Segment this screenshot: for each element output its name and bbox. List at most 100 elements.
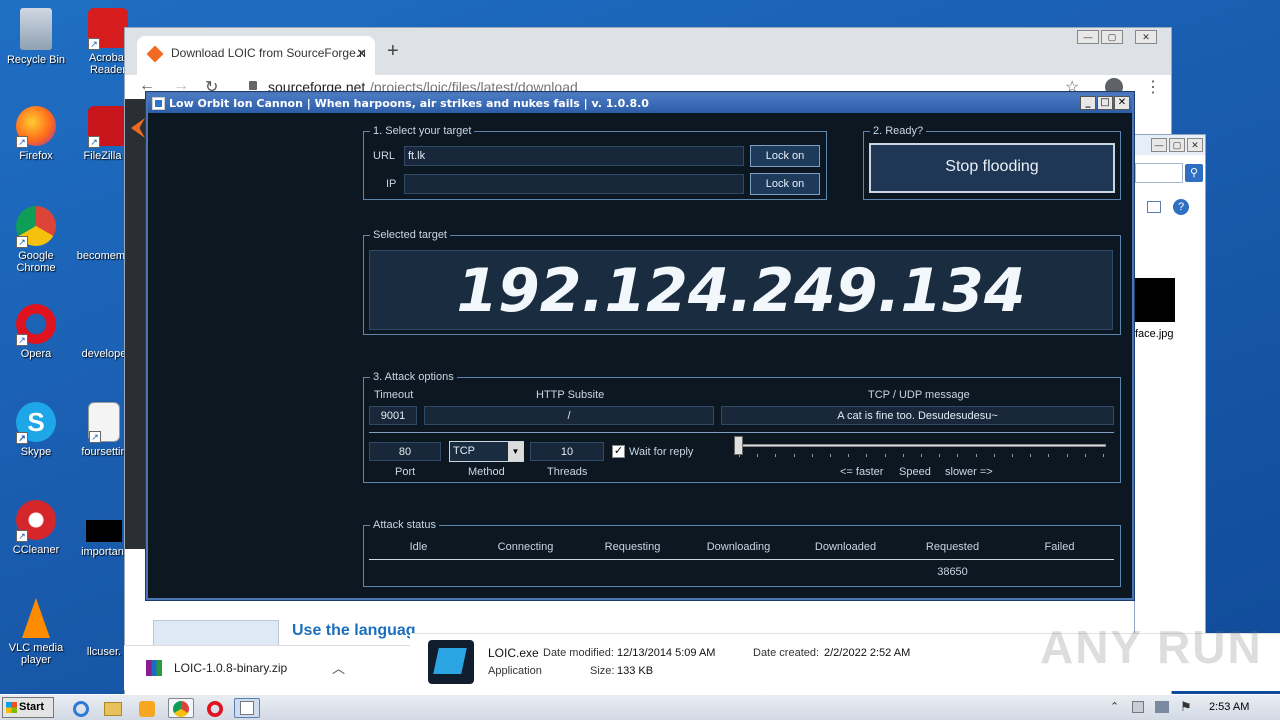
- explorer-close-button[interactable]: ✕: [1187, 138, 1203, 152]
- tray-expand-icon[interactable]: ⌃: [1110, 700, 1119, 713]
- file-details-pane: LOIC.exe Application Date modified: 12/1…: [410, 621, 1280, 691]
- clock: 2:53 AM: [1209, 701, 1250, 713]
- recycle-bin-icon: [20, 8, 52, 50]
- tab-close-icon[interactable]: ✕: [356, 46, 367, 62]
- downloads-bar: LOIC-1.0.8-binary.zip ︿: [124, 645, 410, 690]
- ip-input[interactable]: [404, 174, 744, 194]
- ccleaner-icon: ↗: [16, 500, 56, 542]
- tray-action-icon[interactable]: [1132, 701, 1144, 713]
- loic-exe-icon: [428, 640, 474, 684]
- explorer-titlebar: — ▢ ✕: [1135, 135, 1205, 155]
- desktop-icon-label: Google Chrome: [16, 250, 56, 274]
- menu-kebab-icon[interactable]: ⋮: [1145, 77, 1161, 97]
- black-file-icon: [86, 520, 122, 542]
- download-item[interactable]: LOIC-1.0.8-binary.zip ︿: [124, 646, 364, 690]
- acrobat-reader-icon: ↗: [88, 8, 128, 50]
- stop-flooding-button[interactable]: Stop flooding: [869, 143, 1115, 193]
- port-input[interactable]: 80: [369, 442, 441, 461]
- desktop-icon-vlc[interactable]: VLC media player: [0, 598, 72, 666]
- desktop-icon-ccleaner[interactable]: ↗ CCleaner: [0, 500, 72, 556]
- winrar-archive-icon: [146, 660, 162, 676]
- chrome-maximize-button[interactable]: ▢: [1101, 30, 1123, 44]
- anyrun-watermark: ANY RUN: [1040, 621, 1263, 673]
- loic-close-button[interactable]: ✕: [1114, 96, 1130, 110]
- download-filename: LOIC-1.0.8-binary.zip: [174, 661, 288, 675]
- speed-slider-tick: [848, 454, 850, 457]
- options-divider: [369, 432, 1114, 433]
- chevron-down-icon[interactable]: ▼: [508, 442, 523, 461]
- wait-checkbox[interactable]: ✓: [612, 445, 625, 458]
- loic-window: Low Orbit Ion Cannon | When harpoons, ai…: [146, 92, 1134, 600]
- explorer-minimize-button[interactable]: —: [1151, 138, 1167, 152]
- selected-target-group: Selected target 192.124.249.134: [363, 229, 1121, 335]
- tray-flag-icon[interactable]: ⚑: [1180, 699, 1192, 715]
- chrome-taskbar-icon[interactable]: [168, 698, 194, 718]
- speed-slider-tick: [957, 454, 959, 457]
- opera-taskbar-icon[interactable]: [202, 698, 228, 718]
- browser-tab[interactable]: Download LOIC from SourceForge.n ✕: [137, 36, 375, 75]
- loic-minimize-button[interactable]: _: [1080, 96, 1096, 110]
- speed-slider-tick: [884, 454, 886, 457]
- explorer-search-field[interactable]: [1135, 163, 1183, 183]
- tray-network-icon[interactable]: [1155, 701, 1169, 713]
- filezilla-icon: ↗: [88, 106, 128, 148]
- ie-taskbar-icon[interactable]: [68, 698, 94, 718]
- speed-slider[interactable]: [734, 436, 1108, 460]
- lock-icon: [249, 81, 257, 90]
- desktop-icon-label: VLC media player: [8, 642, 64, 666]
- attack-status-group: Attack status Idle Connecting Requesting…: [363, 519, 1121, 587]
- tab-title: Download LOIC from SourceForge.n: [171, 46, 366, 60]
- speed-slider-ticks: [739, 454, 1105, 458]
- timeout-input[interactable]: 9001: [369, 406, 417, 425]
- status-connecting-header: Connecting: [497, 541, 554, 553]
- speed-slider-tick: [993, 454, 995, 457]
- opera-icon: ↗: [16, 304, 56, 346]
- date-modified-label: Date modified:: [543, 647, 614, 659]
- help-icon[interactable]: ?: [1173, 199, 1189, 215]
- loic-logo-shape: [433, 648, 467, 674]
- speed-slider-tick: [902, 454, 904, 457]
- chevron-up-icon[interactable]: ︿: [332, 658, 345, 677]
- threads-input[interactable]: 10: [530, 442, 604, 461]
- explorer-maximize-button[interactable]: ▢: [1169, 138, 1185, 152]
- status-failed-header: Failed: [1044, 541, 1075, 553]
- windows-logo-icon: [6, 702, 17, 713]
- speed-slider-tick: [921, 454, 922, 457]
- speed-slider-tick: [830, 454, 831, 457]
- speed-slider-track: [736, 444, 1106, 447]
- selected-target-label: Selected target: [370, 229, 450, 241]
- start-button[interactable]: Start: [2, 697, 54, 718]
- loic-maximize-button[interactable]: □: [1097, 96, 1113, 110]
- url-input[interactable]: ft.lk: [404, 146, 744, 166]
- timeout-label: Timeout: [374, 389, 414, 401]
- sourceforge-favicon-icon: [146, 45, 164, 63]
- view-pane-icon[interactable]: [1147, 201, 1161, 213]
- chrome-close-button[interactable]: ✕: [1135, 30, 1157, 44]
- chrome-minimize-button[interactable]: —: [1077, 30, 1099, 44]
- desktop-icon-chrome[interactable]: ↗ Google Chrome: [0, 206, 72, 274]
- select-target-label: 1. Select your target: [370, 125, 475, 137]
- file-name: LOIC.exe: [488, 646, 539, 660]
- desktop-icon-firefox[interactable]: ↗ Firefox: [0, 106, 72, 162]
- taskbar: Start ⌃ ⚑ 2:53 AM: [0, 694, 1280, 720]
- url-label: URL: [373, 150, 396, 162]
- media-player-taskbar-icon[interactable]: [134, 698, 160, 718]
- new-tab-button[interactable]: +: [387, 40, 399, 63]
- desktop-icon-recycle-bin[interactable]: Recycle Bin: [0, 8, 72, 66]
- explorer-search-icon[interactable]: ⚲: [1185, 164, 1203, 182]
- chrome-tab-bar: Download LOIC from SourceForge.n ✕ + — ▢…: [125, 28, 1171, 75]
- loic-taskbar-icon[interactable]: [234, 698, 260, 718]
- http-subsite-input[interactable]: /: [424, 406, 714, 425]
- method-select[interactable]: TCP ▼: [449, 441, 524, 462]
- skype-icon: S ↗: [16, 402, 56, 444]
- desktop-icon-skype[interactable]: S ↗ Skype: [0, 402, 72, 458]
- lock-on-url-button[interactable]: Lock on: [750, 145, 820, 167]
- speed-slider-thumb[interactable]: [734, 436, 743, 455]
- lock-on-ip-button[interactable]: Lock on: [750, 173, 820, 195]
- speed-slider-tick: [757, 454, 759, 457]
- explorer-taskbar-icon[interactable]: [100, 698, 126, 718]
- page-screenshot-thumbnail: [153, 620, 279, 648]
- file-thumbnail[interactable]: [1135, 278, 1175, 322]
- tcp-udp-message-input[interactable]: A cat is fine too. Desudesudesu~: [721, 406, 1114, 425]
- desktop-icon-opera[interactable]: ↗ Opera: [0, 304, 72, 360]
